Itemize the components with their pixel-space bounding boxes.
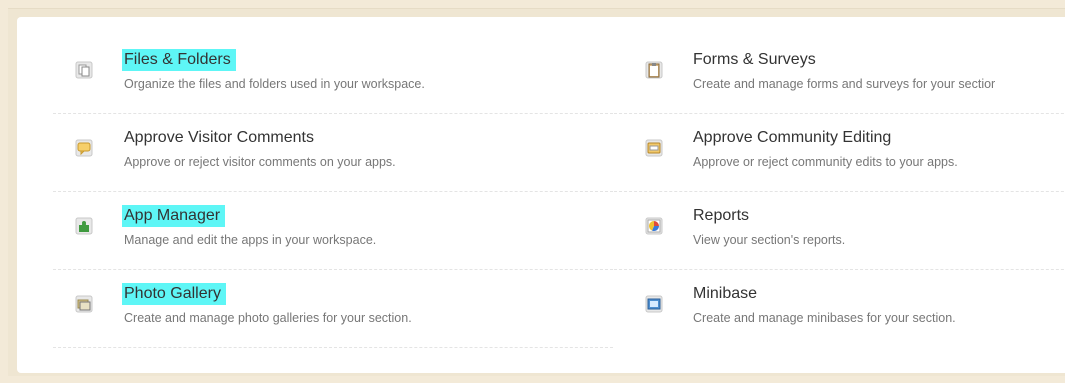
tool-files-folders[interactable]: Files & Folders Organize the files and f…	[53, 36, 613, 114]
tool-title[interactable]: Reports	[691, 205, 754, 227]
tool-description: View your section's reports.	[693, 233, 846, 247]
clipboard-icon	[645, 61, 663, 79]
tool-title[interactable]: Approve Visitor Comments	[122, 127, 319, 149]
workspace-frame: Files & Folders Organize the files and f…	[8, 8, 1065, 376]
tool-description: Approve or reject community edits to you…	[693, 155, 958, 169]
tool-description: Approve or reject visitor comments on yo…	[124, 155, 396, 169]
photo-gallery-icon	[75, 295, 93, 313]
tool-title[interactable]: Approve Community Editing	[691, 127, 896, 149]
tool-title[interactable]: Forms & Surveys	[691, 49, 821, 71]
reports-icon	[645, 217, 663, 235]
tools-panel: Files & Folders Organize the files and f…	[17, 17, 1065, 373]
puzzle-icon	[75, 217, 93, 235]
tool-forms-surveys[interactable]: Forms & Surveys Create and manage forms …	[614, 36, 1065, 114]
comments-icon	[75, 139, 93, 157]
tool-description: Manage and edit the apps in your workspa…	[124, 233, 377, 247]
minibase-icon	[645, 295, 663, 313]
community-edit-icon	[645, 139, 663, 157]
tools-column-left: Files & Folders Organize the files and f…	[53, 36, 613, 348]
tool-description: Organize the files and folders used in y…	[124, 77, 425, 91]
files-icon	[75, 61, 93, 79]
tool-approve-community-editing[interactable]: Approve Community Editing Approve or rej…	[614, 114, 1065, 192]
tool-description: Create and manage forms and surveys for …	[693, 77, 996, 91]
tool-photo-gallery[interactable]: Photo Gallery Create and manage photo ga…	[53, 270, 613, 348]
tool-description: Create and manage minibases for your sec…	[693, 311, 956, 325]
tool-reports[interactable]: Reports View your section's reports.	[614, 192, 1065, 270]
tools-column-right: Forms & Surveys Create and manage forms …	[614, 36, 1065, 347]
tool-minibase[interactable]: Minibase Create and manage minibases for…	[614, 270, 1065, 347]
tool-title[interactable]: Files & Folders	[122, 49, 236, 71]
tool-title[interactable]: Photo Gallery	[122, 283, 226, 305]
tool-approve-visitor-comments[interactable]: Approve Visitor Comments Approve or reje…	[53, 114, 613, 192]
tool-title[interactable]: Minibase	[691, 283, 762, 305]
tool-app-manager[interactable]: App Manager Manage and edit the apps in …	[53, 192, 613, 270]
tool-description: Create and manage photo galleries for yo…	[124, 311, 412, 325]
tool-title[interactable]: App Manager	[122, 205, 226, 227]
